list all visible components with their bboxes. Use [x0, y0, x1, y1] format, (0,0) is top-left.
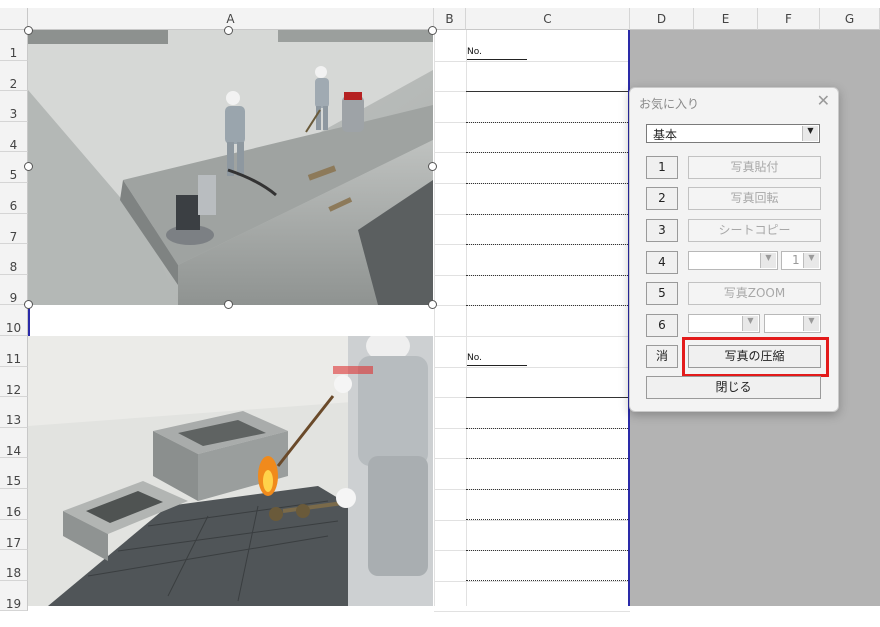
photo-roofing-torch[interactable]: [28, 336, 433, 606]
favorite-2-button[interactable]: 2: [646, 187, 678, 210]
favorite-3-button[interactable]: 3: [646, 219, 678, 242]
number-underline: [467, 59, 527, 60]
select-all-corner[interactable]: [0, 8, 28, 30]
row-header[interactable]: 14: [0, 427, 28, 459]
highlight-box: [682, 337, 829, 377]
row-header[interactable]: 7: [0, 213, 28, 245]
preset-select-value: 基本: [653, 128, 678, 142]
row-header[interactable]: 15: [0, 458, 28, 489]
sheet-copy-button[interactable]: シートコピー: [688, 219, 821, 242]
favorite-5-button[interactable]: 5: [646, 282, 678, 305]
gridline: [434, 366, 630, 368]
form-dotted-line: [466, 519, 628, 520]
row-header[interactable]: 3: [0, 91, 28, 122]
clear-button[interactable]: 消: [646, 345, 678, 368]
row-header[interactable]: 13: [0, 397, 28, 428]
favorite-4-button[interactable]: 4: [646, 251, 678, 274]
row-header[interactable]: 9: [0, 274, 28, 306]
preset-select[interactable]: 基本 ▼: [646, 124, 820, 143]
photo-floor-grinding-image: [28, 30, 433, 305]
number-label: No.: [467, 353, 482, 363]
resize-handle[interactable]: [224, 300, 233, 309]
row4-spin[interactable]: 1 ▼: [781, 251, 821, 270]
photo-roofing-torch-image: [28, 336, 433, 606]
gridline: [434, 60, 630, 62]
form-solid-line: [466, 91, 628, 92]
photo-floor-grinding[interactable]: [28, 30, 433, 305]
rotate-photo-button[interactable]: 写真回転: [688, 187, 821, 210]
form-dotted-line: [466, 458, 628, 459]
form-dotted-line: [466, 122, 628, 123]
form-dotted-line: [466, 183, 628, 184]
resize-handle[interactable]: [24, 300, 33, 309]
favorite-6-button[interactable]: 6: [646, 314, 678, 337]
form-dotted-line: [466, 214, 628, 215]
column-header-c[interactable]: C: [466, 8, 630, 30]
resize-handle[interactable]: [428, 26, 437, 35]
form-dotted-line: [466, 305, 628, 306]
selected-cell-a10[interactable]: [28, 305, 434, 336]
chevron-down-icon: ▼: [803, 316, 819, 331]
row-header[interactable]: 11: [0, 336, 28, 367]
form-dotted-line: [466, 275, 628, 276]
column-header-b[interactable]: B: [434, 8, 466, 30]
form-dotted-line: [466, 152, 628, 153]
row-header[interactable]: 17: [0, 519, 28, 551]
row4-select[interactable]: ▼: [688, 251, 778, 270]
close-icon[interactable]: ✕: [817, 91, 830, 110]
chevron-down-icon: ▼: [742, 316, 758, 331]
chevron-down-icon: ▼: [802, 126, 818, 141]
form-dotted-line: [466, 489, 628, 490]
row-header[interactable]: 6: [0, 183, 28, 214]
column-header-e[interactable]: E: [694, 8, 758, 30]
row-header[interactable]: 19: [0, 580, 28, 612]
row-header[interactable]: 18: [0, 550, 28, 581]
row6-select-1[interactable]: ▼: [688, 314, 760, 333]
chevron-down-icon: ▼: [760, 253, 776, 268]
row-header[interactable]: 1: [0, 30, 28, 61]
form-dotted-line: [466, 580, 628, 581]
gridline: [434, 336, 630, 337]
form-dotted-line: [466, 428, 628, 429]
row-header[interactable]: 2: [0, 60, 28, 92]
row-header[interactable]: 4: [0, 121, 28, 153]
row6-select-2[interactable]: ▼: [764, 314, 821, 333]
resize-handle[interactable]: [428, 300, 437, 309]
favorite-1-button[interactable]: 1: [646, 156, 678, 179]
row-header[interactable]: 16: [0, 489, 28, 520]
row-header[interactable]: 10: [0, 305, 28, 336]
chevron-down-icon: ▼: [803, 253, 819, 268]
close-dialog-button[interactable]: 閉じる: [646, 376, 821, 399]
form-solid-line: [466, 397, 628, 398]
column-header-d[interactable]: D: [630, 8, 694, 30]
column-header-f[interactable]: F: [758, 8, 820, 30]
dialog-title: お気に入り: [639, 97, 700, 111]
form-dotted-line: [466, 550, 628, 551]
row-header[interactable]: 8: [0, 244, 28, 275]
resize-handle[interactable]: [428, 162, 437, 171]
resize-handle[interactable]: [24, 162, 33, 171]
photo-zoom-button[interactable]: 写真ZOOM: [688, 282, 821, 305]
resize-handle[interactable]: [224, 26, 233, 35]
gridline: [434, 611, 630, 613]
row-header[interactable]: 12: [0, 366, 28, 398]
number-underline: [467, 365, 527, 366]
form-dotted-line: [466, 244, 628, 245]
paste-photo-button[interactable]: 写真貼付: [688, 156, 821, 179]
row4-spin-value: 1: [792, 253, 800, 267]
resize-handle[interactable]: [24, 26, 33, 35]
column-header-g[interactable]: G: [820, 8, 880, 30]
number-label: No.: [467, 47, 482, 57]
